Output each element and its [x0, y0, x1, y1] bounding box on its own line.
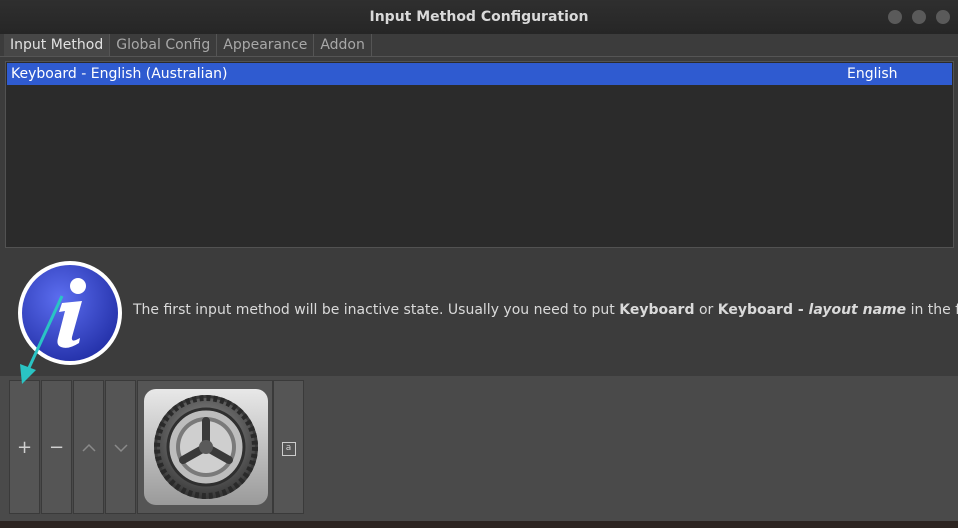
keyboard-icon: a: [281, 441, 296, 456]
configure-button[interactable]: [137, 380, 273, 514]
hint-text-part: in the first place.: [910, 302, 958, 318]
tab-appearance[interactable]: Appearance: [217, 34, 315, 56]
hint-keyword: Keyboard -: [717, 302, 809, 318]
remove-input-method-button[interactable]: −: [41, 380, 72, 514]
hint-text-part: The first input method will be inactive …: [133, 302, 620, 318]
window-title: Input Method Configuration: [369, 9, 589, 25]
hint-keyword: Keyboard: [619, 302, 695, 318]
hint-text: The first input method will be inactive …: [133, 302, 958, 318]
minimize-button[interactable]: [888, 10, 902, 24]
move-up-button[interactable]: [73, 380, 104, 514]
keyboard-layout-button[interactable]: a: [273, 380, 304, 514]
tab-addon[interactable]: Addon: [314, 34, 372, 56]
hint-keyword-italic: layout name: [808, 302, 907, 318]
input-method-list[interactable]: Keyboard - English (Australian) English: [5, 61, 954, 248]
input-method-toolbar: + − a: [0, 376, 958, 521]
tab-divider: [0, 56, 958, 57]
gear-icon: [144, 389, 268, 505]
tab-global-config[interactable]: Global Config: [110, 34, 218, 56]
add-input-method-button[interactable]: +: [9, 380, 40, 514]
chevron-up-icon: [81, 443, 96, 452]
input-method-language: English: [847, 66, 898, 82]
info-icon: [18, 261, 122, 365]
tab-bar: Input Method Global Config Appearance Ad…: [4, 34, 372, 56]
maximize-button[interactable]: [912, 10, 926, 24]
chevron-down-icon: [113, 444, 128, 453]
hint-text-part: or: [694, 302, 718, 318]
input-method-name: Keyboard - English (Australian): [11, 66, 228, 82]
list-item[interactable]: Keyboard - English (Australian) English: [7, 63, 952, 85]
move-down-button[interactable]: [105, 380, 136, 514]
close-button[interactable]: [936, 10, 950, 24]
titlebar[interactable]: Input Method Configuration: [0, 0, 958, 34]
desktop-background: [0, 521, 958, 528]
input-method-config-window: Input Method Configuration Input Method …: [0, 0, 958, 521]
tab-input-method[interactable]: Input Method: [4, 34, 111, 56]
